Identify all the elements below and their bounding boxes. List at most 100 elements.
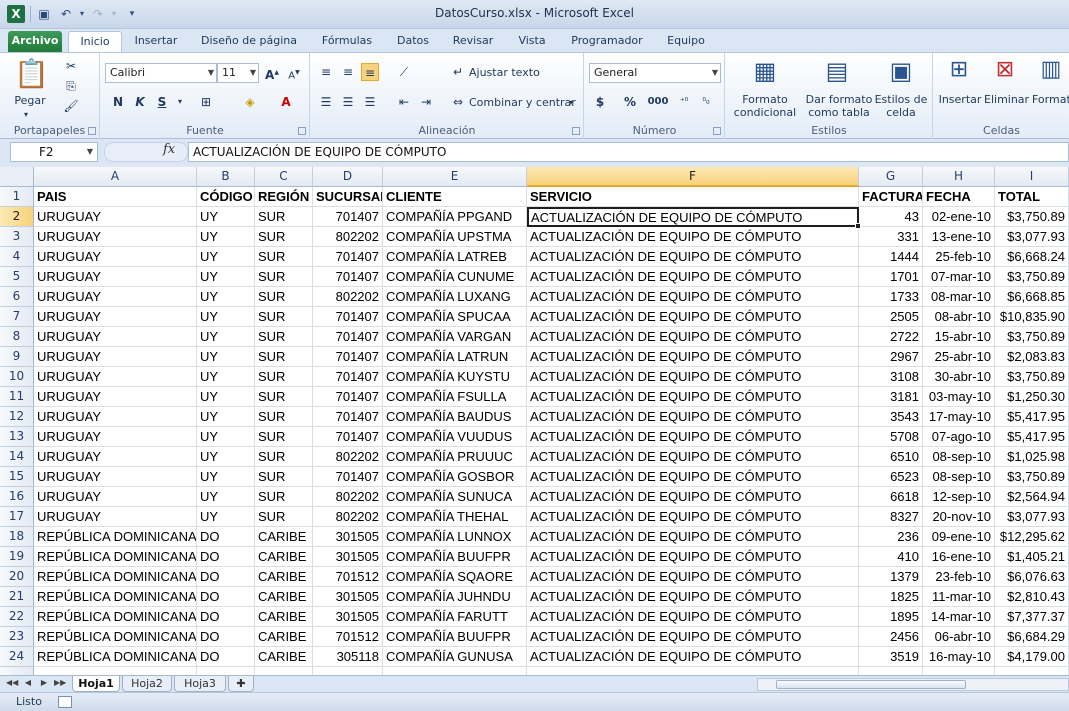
format-cells-button[interactable]: Formato [1032, 93, 1069, 106]
table-cell[interactable]: SUR [255, 227, 313, 247]
tab-programador[interactable]: Programador [566, 31, 648, 52]
table-cell[interactable]: UY [197, 267, 255, 287]
table-cell[interactable]: CARIBE [255, 587, 313, 607]
merge-center-icon[interactable]: ⇔ [449, 93, 467, 111]
bold-button[interactable]: N [109, 93, 127, 111]
row-header[interactable]: 5 [0, 267, 34, 287]
table-cell[interactable]: UY [197, 207, 255, 227]
table-cell[interactable]: COMPAÑÍA LATRUN [383, 347, 527, 367]
table-cell[interactable]: 6510 [859, 447, 923, 467]
column-header-f[interactable]: F [527, 167, 859, 187]
table-cell[interactable]: SUR [255, 287, 313, 307]
table-cell[interactable]: CARIBE [255, 607, 313, 627]
table-cell[interactable]: SUR [255, 247, 313, 267]
table-cell[interactable]: 1733 [859, 287, 923, 307]
row-header[interactable]: 23 [0, 627, 34, 647]
table-cell[interactable] [255, 667, 313, 675]
table-cell[interactable]: ACTUALIZACIÓN DE EQUIPO DE CÓMPUTO [527, 467, 859, 487]
row-header[interactable]: 15 [0, 467, 34, 487]
format-table-icon[interactable]: ▤ [822, 57, 852, 87]
table-cell[interactable]: $7,377.37 [995, 607, 1069, 627]
row-header[interactable]: 20 [0, 567, 34, 587]
table-cell[interactable]: COMPAÑÍA SUNUCA [383, 487, 527, 507]
table-cell[interactable]: 701407 [313, 267, 383, 287]
increase-decimal-icon[interactable]: ⁺⁰ [675, 93, 693, 111]
table-cell[interactable]: 25-abr-10 [923, 347, 995, 367]
scrollbar-thumb[interactable] [776, 680, 966, 689]
wrap-text-button[interactable]: Ajustar texto [469, 66, 540, 79]
merge-center-button[interactable]: Combinar y centrar [469, 96, 576, 109]
increase-font-icon[interactable]: A▲ [263, 64, 281, 82]
table-cell[interactable]: 701407 [313, 387, 383, 407]
table-cell[interactable]: ACTUALIZACIÓN DE EQUIPO DE CÓMPUTO [527, 547, 859, 567]
cell-styles-icon[interactable]: ▣ [886, 57, 916, 87]
paste-dropdown-icon[interactable]: ▾ [24, 108, 28, 121]
number-launcher-icon[interactable] [713, 127, 721, 135]
align-left-icon[interactable]: ☰ [317, 93, 335, 111]
table-cell[interactable]: UY [197, 287, 255, 307]
table-cell[interactable]: $3,750.89 [995, 327, 1069, 347]
column-header-g[interactable]: G [859, 167, 923, 187]
font-color-icon[interactable]: A [277, 93, 295, 111]
table-cell[interactable]: 08-mar-10 [923, 287, 995, 307]
table-cell[interactable]: ACTUALIZACIÓN DE EQUIPO DE CÓMPUTO [527, 627, 859, 647]
table-cell[interactable] [995, 667, 1069, 675]
table-cell[interactable]: COMPAÑÍA BAUDUS [383, 407, 527, 427]
currency-button[interactable]: $ [591, 93, 609, 111]
table-cell[interactable] [197, 667, 255, 675]
table-cell[interactable]: URUGUAY [34, 347, 197, 367]
percent-button[interactable]: % [621, 93, 639, 111]
table-cell[interactable] [313, 667, 383, 675]
header-cell[interactable]: FECHA [923, 187, 995, 207]
table-cell[interactable]: ACTUALIZACIÓN DE EQUIPO DE CÓMPUTO [527, 407, 859, 427]
font-name-select[interactable]: Calibri ▼ [105, 63, 217, 83]
table-cell[interactable]: 701407 [313, 367, 383, 387]
number-format-select[interactable]: General ▼ [589, 63, 721, 83]
table-cell[interactable]: 16-ene-10 [923, 547, 995, 567]
insert-function-icon[interactable]: fx [163, 142, 175, 157]
table-cell[interactable]: 13-ene-10 [923, 227, 995, 247]
table-cell[interactable]: 08-abr-10 [923, 307, 995, 327]
table-cell[interactable]: 25-feb-10 [923, 247, 995, 267]
table-cell[interactable]: URUGUAY [34, 207, 197, 227]
last-sheet-icon[interactable]: ▶▶ [54, 678, 66, 687]
table-cell[interactable]: URUGUAY [34, 487, 197, 507]
table-cell[interactable]: ACTUALIZACIÓN DE EQUIPO DE CÓMPUTO [527, 327, 859, 347]
column-header-i[interactable]: I [995, 167, 1069, 187]
prev-sheet-icon[interactable]: ◀ [22, 678, 34, 687]
table-cell[interactable]: 802202 [313, 487, 383, 507]
wrap-text-icon[interactable]: ↵ [449, 63, 467, 81]
table-cell[interactable]: 02-ene-10 [923, 207, 995, 227]
row-header[interactable]: 3 [0, 227, 34, 247]
table-cell[interactable]: URUGUAY [34, 367, 197, 387]
copy-icon[interactable]: ⎘ [62, 77, 80, 95]
table-cell[interactable]: 03-may-10 [923, 387, 995, 407]
table-cell[interactable]: COMPAÑÍA GUNUSA [383, 647, 527, 667]
row-header[interactable]: 4 [0, 247, 34, 267]
table-cell[interactable]: SUR [255, 267, 313, 287]
row-header[interactable]: 8 [0, 327, 34, 347]
table-cell[interactable]: $2,083.83 [995, 347, 1069, 367]
table-cell[interactable]: COMPAÑÍA KUYSTU [383, 367, 527, 387]
table-cell[interactable]: COMPAÑÍA LUNNOX [383, 527, 527, 547]
table-cell[interactable]: UY [197, 427, 255, 447]
table-cell[interactable]: COMPAÑÍA FSULLA [383, 387, 527, 407]
row-header[interactable]: 6 [0, 287, 34, 307]
header-cell[interactable]: CÓDIGO [197, 187, 255, 207]
table-cell[interactable]: $5,417.95 [995, 427, 1069, 447]
column-header-h[interactable]: H [923, 167, 995, 187]
table-cell[interactable]: 12-sep-10 [923, 487, 995, 507]
align-top-icon[interactable]: ≡ [317, 63, 335, 81]
align-right-icon[interactable]: ☰ [361, 93, 379, 111]
table-cell[interactable]: 802202 [313, 287, 383, 307]
table-cell[interactable]: 701407 [313, 407, 383, 427]
table-cell[interactable]: 16-may-10 [923, 647, 995, 667]
table-cell[interactable]: COMPAÑÍA LATREB [383, 247, 527, 267]
table-cell[interactable]: UY [197, 227, 255, 247]
table-cell[interactable]: URUGUAY [34, 327, 197, 347]
underline-dropdown-icon[interactable]: ▾ [171, 93, 189, 111]
table-cell[interactable]: URUGUAY [34, 267, 197, 287]
table-cell[interactable]: ACTUALIZACIÓN DE EQUIPO DE CÓMPUTO [527, 387, 859, 407]
format-cells-icon[interactable]: ▥ [1036, 57, 1066, 87]
table-cell[interactable]: REPÚBLICA DOMINICANA [34, 607, 197, 627]
